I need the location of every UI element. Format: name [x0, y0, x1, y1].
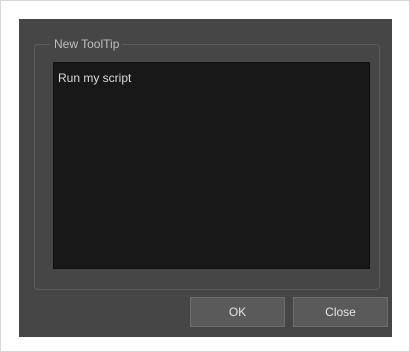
ok-button[interactable]: OK — [190, 297, 285, 327]
ok-button-label: OK — [228, 305, 247, 319]
groupbox-title: New ToolTip — [50, 35, 124, 53]
close-button-label: Close — [325, 305, 356, 319]
screenshot-frame: New ToolTip Run my script OK Close — [0, 0, 410, 352]
close-button[interactable]: Close — [293, 297, 388, 327]
tooltip-text-editor[interactable]: Run my script — [53, 62, 370, 269]
tooltip-dialog: New ToolTip Run my script OK Close — [19, 19, 392, 337]
tooltip-groupbox: New ToolTip Run my script — [34, 35, 380, 290]
